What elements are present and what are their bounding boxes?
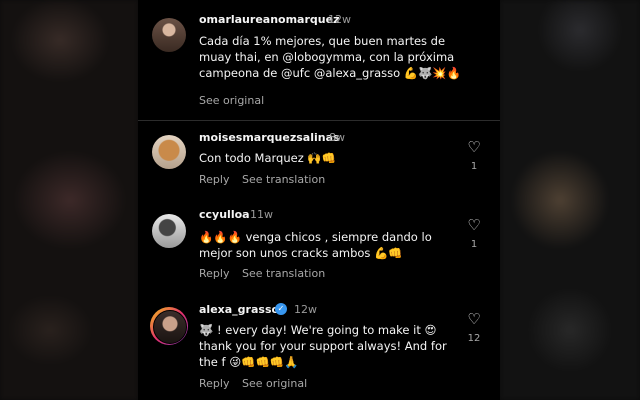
comment-time: 11w (250, 208, 273, 221)
heart-outline-icon[interactable]: ♡ (464, 218, 484, 233)
like-count: 12 (467, 333, 481, 344)
comments-panel: omarlaureanomarquez 12w Cada día 1% mejo… (138, 0, 500, 400)
like-control: ♡ 1 (464, 140, 484, 173)
heart-outline-icon[interactable]: ♡ (464, 312, 484, 327)
avatar[interactable] (150, 307, 188, 345)
comment-username[interactable]: moisesmarquezsalinas (199, 131, 340, 144)
avatar-image (153, 310, 187, 344)
divider (138, 120, 500, 121)
see-translation-button[interactable]: See translation (242, 173, 325, 186)
comment-text: Con todo Marquez 🙌👊 (199, 151, 337, 165)
comment-text: 🐺 ! every day! We're going to make it 😍 … (199, 323, 447, 369)
comment-username[interactable]: omarlaureanomarquez (199, 13, 339, 26)
avatar[interactable] (152, 18, 186, 52)
blurred-background-left (0, 0, 138, 400)
verified-badge-icon: ✓ (275, 303, 287, 315)
comment-text: 🔥🔥🔥 venga chicos , siempre dando lo mejo… (199, 230, 432, 260)
like-control: ♡ 1 (464, 218, 484, 251)
like-count: 1 (470, 161, 478, 172)
like-control: ♡ 12 (464, 312, 484, 345)
like-count: 1 (470, 239, 478, 250)
reply-button[interactable]: Reply (199, 173, 229, 186)
comment-username[interactable]: ccyulloa (199, 208, 250, 221)
avatar[interactable] (152, 135, 186, 169)
comment-time: 8w (329, 131, 345, 144)
comment-text: Cada día 1% mejores, que buen martes de … (199, 34, 462, 80)
comment-time: 12w (328, 13, 351, 26)
heart-outline-icon[interactable]: ♡ (464, 140, 484, 155)
see-original-button[interactable]: See original (242, 377, 307, 390)
comment-time: 12w (294, 303, 317, 316)
comment-username[interactable]: alexa_grasso (199, 303, 279, 316)
see-translation-button[interactable]: See translation (242, 267, 325, 280)
reply-button[interactable]: Reply (199, 267, 229, 280)
avatar[interactable] (152, 214, 186, 248)
reply-button[interactable]: Reply (199, 377, 229, 390)
blurred-background-right (500, 0, 640, 400)
see-original-button[interactable]: See original (199, 94, 264, 107)
